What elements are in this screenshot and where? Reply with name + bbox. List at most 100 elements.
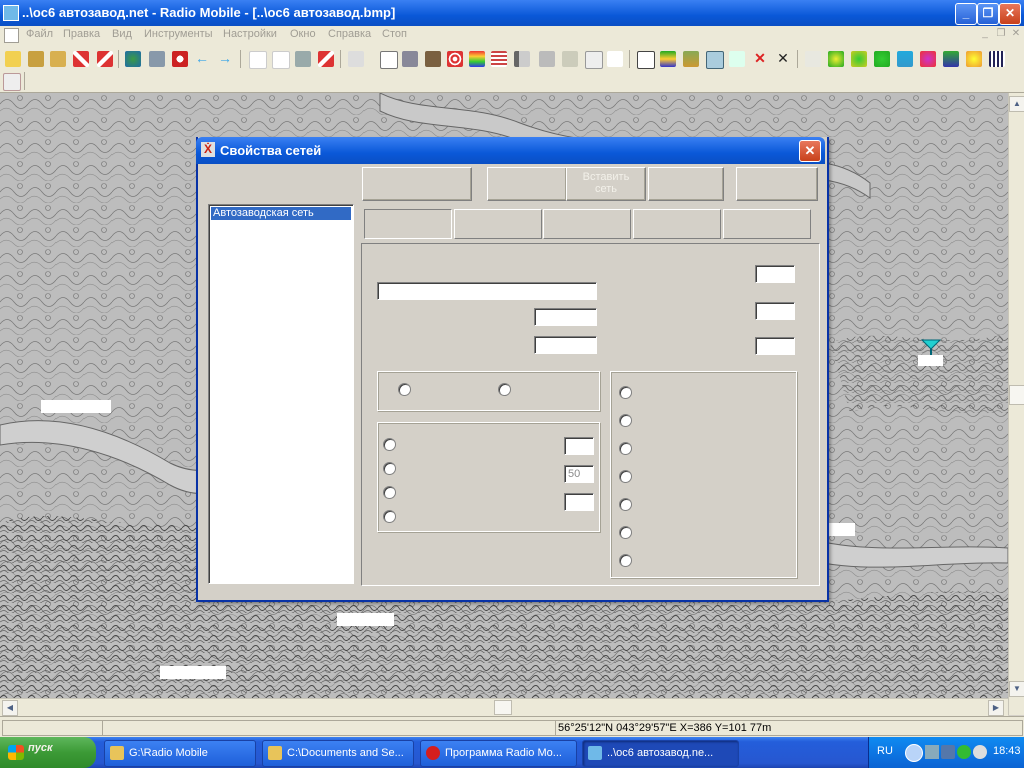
taskbar-item-opera[interactable]: Программа Radio Mo... bbox=[420, 740, 577, 767]
list-item[interactable]: Автозаводская сеть bbox=[211, 207, 351, 220]
taskbar-item-documents-folder[interactable]: C:\Documents and Se... bbox=[262, 740, 414, 767]
vertical-scroll-thumb[interactable] bbox=[1009, 385, 1024, 405]
edit-icon[interactable] bbox=[348, 51, 364, 67]
polarization-radio-1[interactable] bbox=[398, 383, 411, 396]
network-properties-icon[interactable] bbox=[73, 51, 89, 67]
window-icon[interactable] bbox=[637, 51, 655, 69]
climate-radio-3[interactable] bbox=[619, 442, 632, 455]
radio-link-icon[interactable] bbox=[425, 51, 441, 67]
open-folder-icon[interactable] bbox=[5, 51, 21, 67]
bars-icon[interactable] bbox=[989, 51, 1005, 67]
tab-5[interactable] bbox=[723, 209, 811, 239]
save-network-icon[interactable] bbox=[50, 51, 66, 67]
mdi-close-button[interactable]: ✕ bbox=[1009, 28, 1023, 41]
top-button-4[interactable] bbox=[648, 167, 724, 201]
dialog-title-bar[interactable]: Ẋ Свойства сетей ✕ bbox=[196, 137, 825, 164]
minimize-button[interactable]: _ bbox=[955, 3, 977, 25]
mode-radio-2[interactable] bbox=[383, 462, 396, 475]
network-list[interactable]: Автозаводская сеть bbox=[208, 204, 354, 584]
restore-button[interactable]: ❐ bbox=[977, 3, 999, 25]
climate-radio-5[interactable] bbox=[619, 498, 632, 511]
sound-icon[interactable] bbox=[973, 745, 987, 759]
mode-radio-1[interactable] bbox=[383, 438, 396, 451]
climate-radio-2[interactable] bbox=[619, 414, 632, 427]
top-button-2[interactable] bbox=[487, 167, 567, 201]
network-name-input[interactable] bbox=[377, 282, 597, 300]
yellow-circle-icon[interactable] bbox=[828, 51, 844, 67]
scroll-up-arrow-icon[interactable]: ▲ bbox=[1009, 96, 1024, 112]
tab-3[interactable] bbox=[543, 209, 631, 239]
language-indicator[interactable]: RU bbox=[877, 745, 893, 757]
max-freq-input[interactable] bbox=[534, 336, 597, 354]
merge-icon[interactable] bbox=[562, 51, 578, 67]
menu-file[interactable]: Файл bbox=[26, 28, 53, 40]
close-button[interactable]: ✕ bbox=[999, 3, 1021, 25]
merge-pictures-icon[interactable] bbox=[706, 51, 724, 69]
picture-icon[interactable] bbox=[585, 51, 603, 69]
min-freq-input[interactable] bbox=[534, 308, 597, 326]
mode-input-3[interactable] bbox=[564, 493, 594, 511]
taskbar-item-radio-mobile-app[interactable]: ..\oc6 автозавод.ne... bbox=[582, 740, 739, 767]
scroll-left-arrow-icon[interactable]: ◀ bbox=[2, 700, 18, 716]
scroll-down-arrow-icon[interactable]: ▼ bbox=[1009, 681, 1024, 697]
unit-icon[interactable] bbox=[318, 51, 334, 67]
open-file-icon[interactable] bbox=[28, 51, 44, 67]
globe-icon[interactable] bbox=[125, 51, 141, 67]
tab-1[interactable] bbox=[364, 209, 452, 239]
top-button-5[interactable] bbox=[736, 167, 818, 201]
arrow-left-icon[interactable]: ← bbox=[195, 51, 211, 67]
radio-coverage-icon[interactable] bbox=[447, 51, 463, 67]
arrow-right-icon[interactable]: → bbox=[218, 51, 234, 67]
elevation-strip-icon[interactable] bbox=[514, 51, 530, 67]
menu-tools[interactable]: Инструменты bbox=[144, 28, 213, 40]
blank-page-icon[interactable] bbox=[249, 51, 267, 69]
climate-radio-6[interactable] bbox=[619, 526, 632, 539]
star-icon[interactable] bbox=[966, 51, 982, 67]
green-dots-icon[interactable] bbox=[874, 51, 890, 67]
climate-radio-4[interactable] bbox=[619, 470, 632, 483]
interference-icon[interactable] bbox=[491, 51, 507, 67]
new-document-icon[interactable] bbox=[380, 51, 398, 69]
landscape-icon[interactable] bbox=[943, 51, 959, 67]
dialog-close-button[interactable]: ✕ bbox=[799, 140, 821, 162]
climate-radio-1[interactable] bbox=[619, 386, 632, 399]
menu-edit[interactable]: Правка bbox=[63, 28, 100, 40]
tab-2[interactable] bbox=[454, 209, 542, 239]
blank-icon[interactable] bbox=[607, 51, 623, 67]
climate-radio-7[interactable] bbox=[619, 554, 632, 567]
list-icon[interactable] bbox=[402, 51, 418, 67]
menu-view[interactable]: Вид bbox=[112, 28, 132, 40]
grid-icon[interactable] bbox=[539, 51, 555, 67]
delete-icon[interactable]: ✕ bbox=[775, 51, 791, 67]
mode-input-2[interactable] bbox=[564, 465, 594, 483]
dotted-grid-icon[interactable] bbox=[729, 51, 745, 67]
green-circle-icon[interactable] bbox=[851, 51, 867, 67]
monitor-icon[interactable] bbox=[941, 745, 955, 759]
delete-red-icon[interactable]: ✕ bbox=[752, 51, 768, 67]
blank-page-2-icon[interactable] bbox=[272, 51, 290, 69]
horizontal-scrollbar[interactable]: ◀ ▶ bbox=[0, 698, 1008, 716]
pink-drop-icon[interactable] bbox=[920, 51, 936, 67]
right-field-1-input[interactable] bbox=[755, 265, 795, 283]
mode-radio-4[interactable] bbox=[383, 510, 396, 523]
menu-settings[interactable]: Настройки bbox=[223, 28, 277, 40]
network-icon[interactable] bbox=[925, 745, 939, 759]
mode-input-1[interactable] bbox=[564, 437, 594, 455]
mdi-restore-button[interactable]: ❐ bbox=[994, 28, 1008, 41]
tab-4[interactable] bbox=[633, 209, 721, 239]
print-map-icon[interactable] bbox=[149, 51, 165, 67]
unit-properties-icon[interactable] bbox=[97, 51, 113, 67]
right-field-3-input[interactable] bbox=[755, 337, 795, 355]
insert-network-button[interactable]: Вставить сеть bbox=[566, 167, 646, 201]
combined-coverage-icon[interactable] bbox=[469, 51, 485, 67]
top-button-1[interactable] bbox=[362, 167, 472, 201]
polarization-radio-2[interactable] bbox=[498, 383, 511, 396]
vertical-scrollbar[interactable]: ▲ ▼ bbox=[1008, 93, 1024, 715]
menu-stop[interactable]: Стоп bbox=[382, 28, 407, 40]
menu-window[interactable]: Окно bbox=[290, 28, 316, 40]
right-field-2-input[interactable] bbox=[755, 302, 795, 320]
find-icon[interactable] bbox=[172, 51, 188, 67]
shield-icon[interactable] bbox=[957, 745, 971, 759]
tray-expand-icon[interactable] bbox=[905, 744, 923, 762]
cyan-square-icon[interactable] bbox=[897, 51, 913, 67]
